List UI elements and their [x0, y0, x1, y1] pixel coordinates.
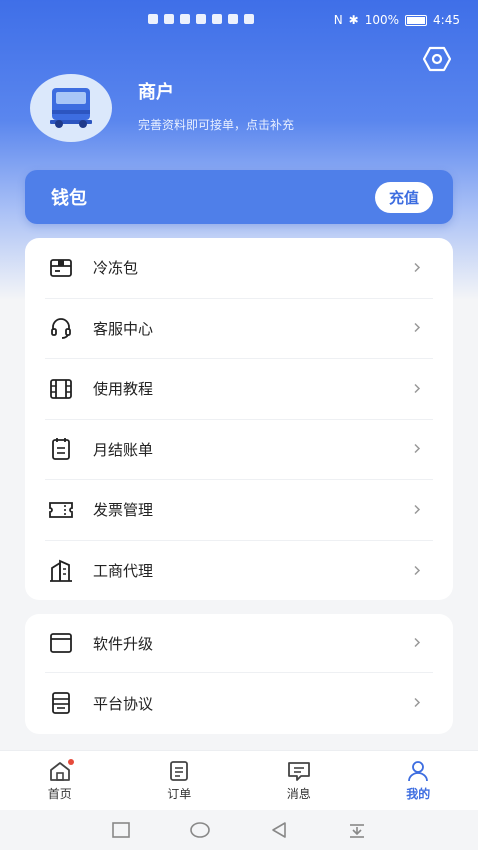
chevron-right-icon — [413, 258, 421, 277]
menu-item-label: 发票管理 — [93, 501, 154, 520]
truck-icon — [50, 88, 92, 128]
chevron-right-icon — [413, 440, 421, 459]
bluetooth-icon: ✱ — [348, 13, 359, 27]
profile-complete-hint[interactable]: 完善资料即可接单，点击补充 — [138, 116, 294, 133]
avatar[interactable] — [30, 74, 112, 142]
signal-icon — [164, 14, 174, 24]
tab-messages[interactable]: 消息 — [239, 751, 359, 810]
menu-item-label: 冷冻包 — [93, 259, 139, 278]
building-icon — [47, 557, 75, 585]
user-icon — [408, 760, 429, 781]
app-notification-icon — [228, 14, 238, 24]
recharge-button[interactable]: 充值 — [374, 181, 433, 213]
menu-item-label: 平台协议 — [93, 694, 154, 713]
menu-item-business-agent[interactable]: 工商代理 — [45, 541, 433, 602]
chevron-right-icon — [413, 379, 421, 398]
hd-icon — [148, 14, 158, 24]
document-icon — [47, 689, 75, 717]
film-icon — [47, 375, 75, 403]
window-icon — [47, 629, 75, 657]
home-nav-icon[interactable] — [189, 821, 211, 839]
bill-icon — [47, 435, 75, 463]
battery-icon — [405, 14, 428, 26]
tab-orders[interactable]: 订单 — [120, 751, 240, 810]
wallet-title: 钱包 — [51, 188, 87, 209]
notification-badge — [68, 759, 74, 765]
chevron-right-icon — [413, 561, 421, 580]
recent-apps-icon[interactable] — [111, 821, 131, 839]
battery-percent: 100% — [364, 13, 400, 27]
ticket-icon — [47, 496, 75, 524]
menu-item-label: 客服中心 — [93, 319, 154, 338]
menu-item-customer-service[interactable]: 客服中心 — [45, 299, 433, 359]
tab-home[interactable]: 首页 — [0, 751, 120, 810]
status-notification-icons — [148, 14, 254, 24]
tab-mine[interactable]: 我的 — [359, 751, 478, 810]
clock: 4:45 — [433, 13, 460, 27]
chevron-right-icon — [413, 634, 421, 653]
chevron-right-icon — [413, 500, 421, 519]
back-icon[interactable] — [269, 821, 289, 839]
tab-label: 我的 — [406, 786, 431, 801]
menu-item-software-update[interactable]: 软件升级 — [45, 614, 433, 673]
chevron-right-icon — [413, 694, 421, 713]
menu-item-frozen-pack[interactable]: 冷冻包 — [45, 238, 433, 299]
tab-label: 首页 — [47, 786, 72, 801]
app-notification-icon — [196, 14, 206, 24]
menu-item-invoice[interactable]: 发票管理 — [45, 480, 433, 541]
menu-item-monthly-bill[interactable]: 月结账单 — [45, 420, 433, 480]
menu-item-tutorial[interactable]: 使用教程 — [45, 359, 433, 420]
notification-pulldown-icon[interactable] — [347, 821, 367, 839]
order-icon — [170, 760, 189, 781]
app-notification-icon — [244, 14, 254, 24]
nfc-icon: N — [333, 13, 343, 27]
chat-icon — [212, 14, 222, 24]
chevron-right-icon — [413, 319, 421, 338]
status-bar: N ✱ 100% 4:45 — [0, 0, 478, 40]
menu-item-label: 工商代理 — [93, 562, 154, 581]
tab-label: 消息 — [286, 786, 311, 801]
bottom-tab-bar: 首页 订单 消息 我的 — [0, 750, 478, 810]
main-menu-card: 冷冻包 客服中心 使用教程 月结账单 发票管理 工商代理 — [25, 238, 453, 600]
merchant-name[interactable]: 商户 — [138, 78, 174, 104]
menu-item-platform-agreement[interactable]: 平台协议 — [45, 673, 433, 733]
secondary-menu-card: 软件升级 平台协议 — [25, 614, 453, 734]
app-notification-icon — [180, 14, 190, 24]
menu-item-label: 月结账单 — [93, 440, 154, 459]
menu-item-label: 软件升级 — [93, 634, 154, 653]
wallet-card[interactable]: 钱包 充值 — [25, 170, 453, 224]
system-nav-bar — [0, 810, 478, 850]
tab-label: 订单 — [167, 786, 192, 801]
message-icon — [287, 761, 310, 781]
menu-item-label: 使用教程 — [93, 380, 154, 399]
settings-icon[interactable] — [421, 44, 453, 74]
box-icon — [47, 254, 75, 282]
headset-icon — [47, 314, 75, 342]
